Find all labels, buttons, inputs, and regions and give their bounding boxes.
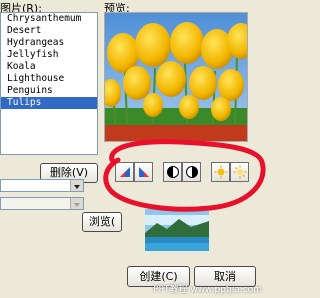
contrast-decrease-icon — [167, 166, 179, 178]
brightness-decrease-button[interactable] — [211, 162, 230, 182]
preview-image-tulips — [104, 12, 248, 142]
rotate-left-button[interactable] — [115, 162, 134, 182]
rotate-right-button[interactable] — [134, 162, 153, 182]
rotate-left-icon — [120, 167, 130, 177]
picture-listbox[interactable]: Chrysanthemum Desert Hydrangeas Jellyfis… — [0, 12, 98, 155]
contrast-increase-button[interactable] — [182, 162, 201, 182]
thumbnail-image — [145, 209, 209, 251]
watermark-text: PPT教程 www.pptjia.com — [153, 285, 262, 295]
browse-button[interactable]: 浏览( — [82, 212, 122, 232]
dropdown-1[interactable] — [0, 179, 84, 192]
list-item[interactable]: Jellyfish — [1, 49, 97, 61]
brightness-increase-icon — [233, 165, 247, 179]
dropdown-2-disabled — [0, 197, 84, 210]
contrast-increase-icon — [186, 166, 198, 178]
list-item[interactable]: Desert — [1, 25, 97, 37]
contrast-decrease-button[interactable] — [163, 162, 182, 182]
list-item[interactable]: Hydrangeas — [1, 37, 97, 49]
list-item[interactable]: Koala — [1, 61, 97, 73]
rotate-right-icon — [139, 167, 149, 177]
list-item-selected[interactable]: Tulips — [1, 97, 97, 109]
chevron-down-icon[interactable] — [70, 180, 83, 191]
chevron-down-icon — [70, 198, 83, 209]
brightness-increase-button[interactable] — [230, 162, 249, 182]
brightness-decrease-icon — [214, 165, 228, 179]
list-item[interactable]: Chrysanthemum — [1, 13, 97, 25]
list-item[interactable]: Penguins — [1, 85, 97, 97]
list-item[interactable]: Lighthouse — [1, 73, 97, 85]
